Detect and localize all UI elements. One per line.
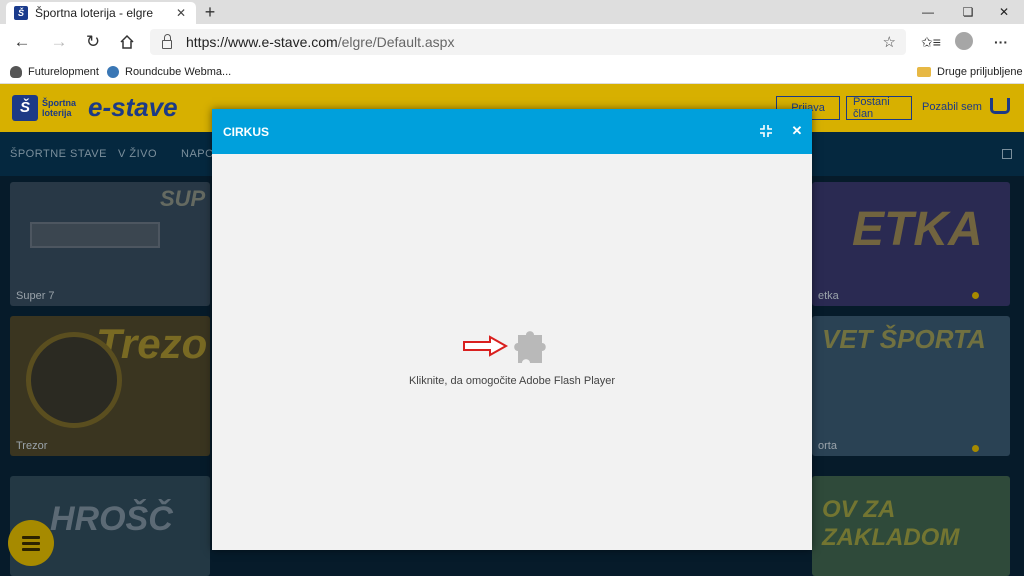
game-art-text: VET ŠPORTA [822, 324, 986, 354]
restore-icon[interactable]: ❏ [948, 0, 988, 24]
tab-strip: Š Športna loterija - elgre ✕ + — ❏ ✕ [0, 0, 1024, 24]
status-dot [972, 445, 979, 452]
cart-icon[interactable] [990, 98, 1010, 114]
bookmarks-bar: Futurelopment Roundcube Webma... Druge p… [0, 60, 1024, 84]
modal-header: CIRKUS ✕ [212, 109, 812, 154]
safe-dial-art [26, 332, 122, 428]
game-card-zaklad[interactable]: OV ZA ZAKLADOM [812, 476, 1010, 576]
hamburger-icon [22, 536, 40, 539]
red-arrow-icon [463, 335, 509, 357]
new-tab-plus-icon[interactable]: + [200, 2, 220, 22]
game-card-super7[interactable]: SUP Super 7 [10, 182, 210, 306]
lock-icon [162, 33, 172, 49]
refresh-icon[interactable]: ↻ [80, 30, 106, 54]
modal-close-icon[interactable]: ✕ [789, 123, 805, 139]
address-bar[interactable]: https://www.e-stave.com/elgre/Default.as… [150, 29, 906, 55]
modal-title: CIRKUS [223, 125, 270, 139]
back-icon[interactable]: ← [9, 30, 35, 54]
browser-tab[interactable]: Š Športna loterija - elgre ✕ [6, 2, 196, 24]
bookmark-futurelopment[interactable]: Futurelopment [10, 64, 99, 80]
nav-expand-icon[interactable] [1002, 149, 1012, 159]
logo-brand-big: e-stave [88, 92, 178, 122]
tab-close-icon[interactable]: ✕ [174, 6, 188, 20]
game-modal: CIRKUS ✕ Kliknite, da omogočite Adobe Fl… [212, 109, 812, 550]
forward-icon[interactable]: → [46, 30, 72, 54]
flash-enable-message[interactable]: Kliknite, da omogočite Adobe Flash Playe… [212, 375, 812, 387]
game-label: Trezor [16, 440, 48, 452]
game-card-svet-sporta[interactable]: VET ŠPORTA orta [812, 316, 1010, 456]
puzzle-piece-icon [514, 331, 546, 363]
game-card-trezor[interactable]: Trezo Trezor [10, 316, 210, 456]
status-dot [972, 292, 979, 299]
flash-plugin-placeholder[interactable] [212, 327, 812, 372]
profile-icon[interactable] [955, 32, 973, 50]
logo-brand-small: Športna loterija [42, 97, 77, 118]
hamburger-line [22, 548, 40, 551]
collapse-fullscreen-icon[interactable] [758, 123, 774, 139]
favorite-star-icon[interactable]: ☆ [883, 33, 896, 51]
register-button[interactable]: Postani član [846, 96, 912, 120]
tab-title: Športna loterija - elgre [35, 6, 154, 20]
game-label: etka [818, 290, 839, 302]
plugin-graphic [463, 331, 546, 363]
game-label: orta [818, 440, 837, 452]
nav-napo[interactable]: NAPO [181, 148, 214, 160]
game-art-text: OV ZA ZAKLADOM [822, 496, 960, 551]
more-icon[interactable]: ··· [988, 30, 1014, 54]
site-logo[interactable]: Š Športna loterija e-stave [12, 92, 178, 123]
apple-icon [10, 66, 22, 78]
window-close-icon[interactable]: ✕ [984, 0, 1024, 24]
home-icon[interactable] [114, 30, 140, 54]
other-bookmarks-folder[interactable]: Druge priljubljene [917, 64, 1023, 80]
bookmark-roundcube[interactable]: Roundcube Webma... [107, 64, 231, 80]
logo-mark-icon: Š [12, 94, 38, 121]
game-art-text: SUP [160, 186, 206, 211]
nav-live[interactable]: V ŽIVO [118, 148, 157, 160]
hamburger-line [22, 542, 40, 545]
game-art-text: ETKA [852, 203, 983, 256]
forgot-link[interactable]: Pozabil sem [922, 101, 982, 113]
roundcube-icon [107, 66, 119, 78]
game-card-etka[interactable]: ETKA etka [812, 182, 1010, 306]
favorites-list-icon[interactable]: ✩≡ [918, 30, 944, 54]
game-label: Super 7 [16, 290, 55, 302]
minimize-icon[interactable]: — [908, 0, 948, 24]
browser-toolbar: ← → ↻ https://www.e-stave.com/elgre/Defa… [0, 24, 1024, 60]
game-art-text: HROŠČ [50, 500, 173, 538]
folder-icon [917, 67, 931, 77]
site-favicon-icon: Š [14, 6, 28, 20]
slot-reels-art [30, 222, 160, 248]
url-text: https://www.e-stave.com/elgre/Default.as… [186, 34, 455, 50]
nav-sport-bets[interactable]: ŠPORTNE STAVE [10, 148, 107, 160]
menu-fab[interactable] [8, 520, 54, 566]
